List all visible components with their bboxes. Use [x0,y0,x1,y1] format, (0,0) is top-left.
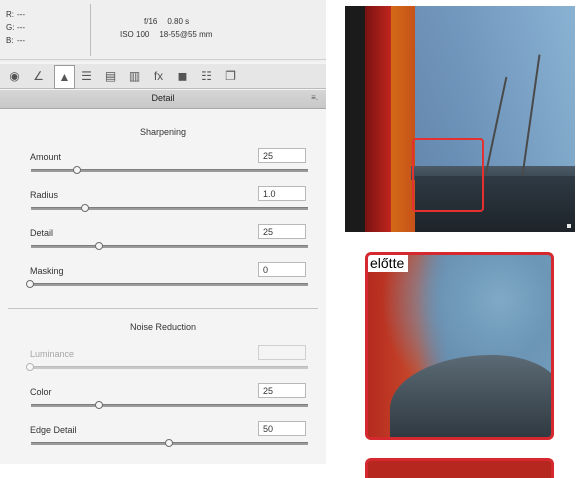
iso-value: ISO 100 [120,30,150,39]
shutter-value: 0.80 s [167,17,190,26]
rgb-value: --- [17,36,25,45]
snapshots-icon[interactable]: ❐ [222,67,239,84]
radius-slider-thumb[interactable] [81,204,90,212]
info-divider [90,4,91,56]
photo-corner-mark [567,224,571,228]
hsl-icon[interactable]: ☰ [78,67,95,84]
masking-slider-thumb[interactable] [26,280,34,288]
rgb-readout: R: --- G: --- B: --- [6,8,25,47]
lens-corrections-icon[interactable]: ▥ [126,67,143,84]
amount-slider-thumb[interactable] [73,166,82,174]
info-bottom-line [0,59,326,60]
split-toning-icon[interactable]: ▤ [102,67,119,84]
presets-icon[interactable]: ☷ [198,67,215,84]
rgb-row-g: G: --- [6,21,25,34]
color-value-input[interactable]: 25 [258,383,306,398]
radius-value-input[interactable]: 1.0 [258,186,306,201]
detail-icon[interactable]: ▲ [54,65,75,89]
rgb-value: --- [17,10,25,19]
sharpening-section-title: Sharpening [139,127,187,137]
luminance-value-input [258,345,306,360]
edge-detail-value-input[interactable]: 50 [258,421,306,436]
before-object [390,355,551,437]
flag-stripe-red [365,6,391,232]
noise-section-title: Noise Reduction [129,322,197,332]
edge-detail-label: Edge Detail [30,425,77,435]
rgb-label: B: [6,36,14,45]
luminance-slider-thumb [26,363,34,371]
radius-label: Radius [30,190,59,200]
aperture-icon[interactable]: ◉ [6,67,23,84]
detail-value-input[interactable]: 25 [258,224,306,239]
section-divider [8,308,318,309]
color-slider-thumb[interactable] [95,401,104,409]
edge-detail-slider-thumb[interactable] [164,439,173,447]
detail-slider-track[interactable] [31,245,308,248]
luminance-label: Luminance [30,349,75,359]
before-crop-photo: előtte [365,252,554,440]
image-info-bar: R: --- G: --- B: --- f/16 0.80 s ISO 100 18-5… [0,0,326,62]
panel-header: Detail ≡. [0,90,326,109]
rgb-row-b: B: --- [6,34,25,47]
detail-panel: R: --- G: --- B: --- f/16 0.80 s ISO 100 18-5… [0,0,326,464]
masking-slider-track[interactable] [31,283,308,286]
fx-icon[interactable]: fx [150,67,167,84]
masking-label: Masking [30,266,64,276]
luminance-slider-track [31,366,308,369]
panel-title: Detail [151,93,175,103]
panel-tabs-toolbar: ◉ ∠ ▲ ☰ ▤ ▥ fx ◼ ☷ ❐ [0,64,326,89]
amount-label: Amount [30,152,62,162]
radius-slider-track[interactable] [31,207,308,210]
camera-icon[interactable]: ◼ [174,67,191,84]
color-label: Color [30,387,52,397]
after-crop-photo [365,458,554,478]
crop-region-marker [412,138,484,212]
detail-label: Detail [30,228,54,238]
color-slider-track[interactable] [31,404,308,407]
camera-settings: f/16 0.80 s ISO 100 18-55@55 mm [120,15,222,41]
rgb-label: R: [6,10,14,19]
panel-menu-icon[interactable]: ≡. [311,93,318,102]
rod-left [484,76,508,176]
before-label: előtte [368,255,409,272]
aperture-value: f/16 [144,17,158,26]
masking-value-input[interactable]: 0 [258,262,306,277]
rgb-row-r: R: --- [6,8,25,21]
lens-value: 18-55@55 mm [159,30,213,39]
detail-slider-thumb[interactable] [95,242,104,250]
amount-value-input[interactable]: 25 [258,148,306,163]
rgb-value: --- [17,23,25,32]
flag-stripe-black [345,6,365,232]
rod-right [521,54,541,176]
rgb-label: G: [6,23,15,32]
tone-curve-icon[interactable]: ∠ [30,67,47,84]
